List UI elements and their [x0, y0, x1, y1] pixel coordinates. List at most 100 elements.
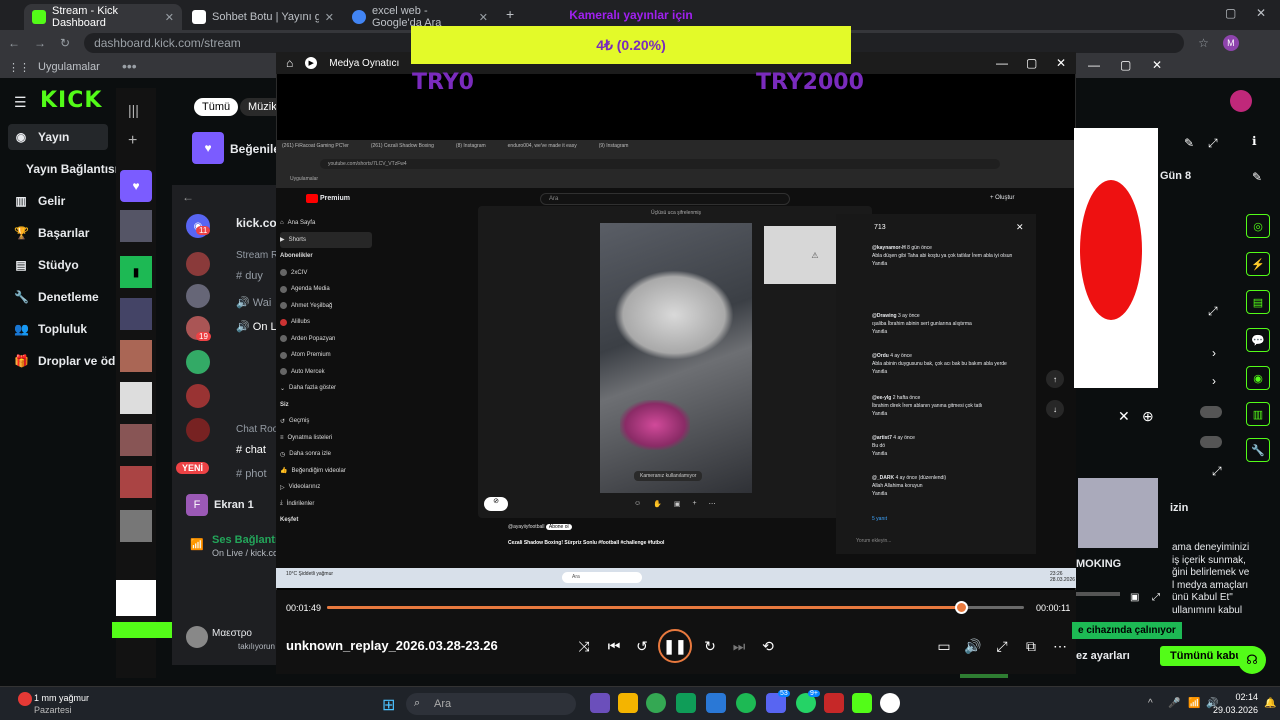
comment-user[interactable]: @Drawing	[872, 313, 897, 319]
spotify-icon[interactable]	[736, 693, 756, 713]
chrome-icon[interactable]	[646, 693, 666, 713]
pencil-icon[interactable]: ✎	[1252, 170, 1262, 184]
browser-tab-sohbet[interactable]: Sohbet Botu | Yayını güçlendi ✕	[184, 4, 342, 30]
replies-toggle[interactable]: 5 yanıt	[872, 516, 887, 522]
close-comments-icon[interactable]: ✕	[1016, 222, 1024, 233]
repeat-icon[interactable]: ⟲	[756, 636, 780, 656]
home-icon[interactable]: ⌂	[286, 56, 293, 70]
app-icon[interactable]	[676, 693, 696, 713]
fullscreen-icon[interactable]: ⤢	[990, 636, 1014, 656]
yt-you-item[interactable]: ◷ Daha sonra izle	[280, 446, 372, 463]
server-icon[interactable]	[186, 418, 210, 442]
yt-sub-item[interactable]: 2xCIV	[280, 265, 372, 282]
kick-minimize-icon[interactable]: —	[1088, 58, 1100, 72]
short-channel[interactable]: @ayayiiyfootball Abone ol	[508, 524, 572, 530]
volume-icon[interactable]: 🔊	[961, 636, 985, 656]
previous-icon[interactable]: ⏮	[602, 636, 626, 656]
kick-logo[interactable]: KICK	[40, 88, 102, 113]
library-icon[interactable]: |||	[128, 102, 139, 118]
kick-user-avatar[interactable]	[1230, 90, 1252, 112]
forward-30-icon[interactable]: ↻	[698, 636, 722, 656]
mic-icon[interactable]: 🎤	[1168, 698, 1180, 709]
user-name[interactable]: Μαεστρο	[212, 628, 252, 639]
yt-explore-heading[interactable]: Keşfet	[280, 512, 372, 529]
kick-close-icon[interactable]: ✕	[1152, 58, 1162, 72]
device-playing-banner[interactable]: e cihazında çalınıyor	[1072, 622, 1182, 639]
more-options-icon[interactable]: •••	[122, 58, 137, 74]
apps-grid-icon[interactable]: ⋮⋮	[8, 61, 30, 74]
comment-input[interactable]: Yorum ekleyin...	[856, 538, 891, 544]
comment-user[interactable]: @_DARK	[872, 475, 894, 481]
yt-you-item[interactable]: ↺ Geçmiş	[280, 413, 372, 430]
comment-user[interactable]: @kaynamor-H	[872, 245, 906, 251]
reply-button[interactable]: Yanıtla	[872, 491, 887, 497]
edit-icon[interactable]: ✎	[1184, 136, 1194, 150]
nav-yayin-baglantisi[interactable]: Yayın Bağlantısı	[26, 156, 118, 182]
prev-short-button[interactable]: ↑	[1046, 370, 1064, 388]
back-icon[interactable]: ←	[8, 36, 20, 50]
reply-button[interactable]: Yanıtla	[872, 369, 887, 375]
menu-icon[interactable]: ☰	[14, 94, 27, 111]
playlist-cover[interactable]	[120, 340, 152, 372]
windows-start-icon[interactable]: ⊞	[382, 695, 395, 715]
outlook-icon[interactable]	[706, 693, 726, 713]
nav-basarilar[interactable]: 🏆 Başarılar	[14, 220, 89, 246]
yt-sub-item[interactable]: Arden Popazyan	[280, 331, 372, 348]
clipboard-icon[interactable]: ▤	[1246, 290, 1270, 314]
nav-studyo[interactable]: ▤ Stüdyo	[14, 252, 78, 278]
subscribe-button[interactable]: Abone ol	[545, 524, 572, 530]
reply-button[interactable]: Yanıtla	[872, 329, 887, 335]
reply-button[interactable]: Yanıtla	[872, 261, 887, 267]
category-chat-room[interactable]: Chat Roo	[236, 424, 278, 435]
bookmark-star-icon[interactable]: ☆	[1198, 36, 1209, 50]
subtitles-icon[interactable]: ▭	[932, 636, 956, 656]
comment-user[interactable]: @artist7	[872, 435, 892, 441]
yt-sub-item[interactable]: Auto Mercek	[280, 364, 372, 381]
yt-sub-item[interactable]: Alillubs	[280, 314, 372, 331]
cookie-settings-button[interactable]: ez ayarları	[1076, 650, 1130, 662]
kick-app-icon[interactable]	[852, 693, 872, 713]
nav-topluluk[interactable]: 👥 Topluluk	[14, 316, 87, 342]
next-icon[interactable]: ⏭	[727, 636, 751, 656]
comment-user[interactable]: @Ordu	[872, 353, 889, 359]
forward-icon[interactable]: →	[34, 36, 46, 50]
yt-you-item[interactable]: ≡ Oynatma listeleri	[280, 430, 372, 447]
playlist-cover[interactable]	[120, 466, 152, 498]
toggle-switch[interactable]	[1200, 436, 1222, 448]
close-icon[interactable]: ✕	[1056, 56, 1066, 70]
nav-yayin[interactable]: ◉ Yayın	[14, 124, 70, 150]
tray-chevron-icon[interactable]: ^	[1148, 698, 1153, 709]
filter-all-chip[interactable]: Tümü	[194, 98, 239, 116]
channel-item[interactable]: # phot	[236, 468, 267, 480]
notification-bell-icon[interactable]: 🔔	[1264, 698, 1276, 709]
pip-icon[interactable]: ▣	[1130, 592, 1139, 603]
media-player-app-icon[interactable]	[880, 693, 900, 713]
yt-you-item[interactable]: 👍 Beğendiğim videolar	[280, 463, 372, 480]
browser-tab-kick[interactable]: Stream - Kick Dashboard ✕	[24, 4, 182, 30]
yt-you-heading[interactable]: Siz	[280, 397, 372, 414]
nav-droplar[interactable]: 🎁 Droplar ve öd	[14, 348, 115, 374]
close-icon[interactable]: ✕	[1118, 408, 1130, 425]
more-icon[interactable]: ⋯	[709, 500, 716, 508]
screen-share-icon[interactable]: F	[186, 494, 208, 516]
maximize-window-icon[interactable]: ▢	[1225, 6, 1236, 20]
green-button[interactable]	[112, 622, 172, 638]
support-icon[interactable]: ☊	[1238, 646, 1266, 674]
liked-songs-icon[interactable]: ♥	[120, 170, 152, 202]
playlist-cover[interactable]	[120, 298, 152, 330]
category-stream-room[interactable]: Stream R	[236, 250, 278, 261]
app-icon[interactable]	[824, 693, 844, 713]
camera-toggle-button[interactable]: ⊘	[484, 497, 508, 511]
fullscreen-icon[interactable]: ⤢	[1152, 592, 1160, 603]
channel-item[interactable]: # chat	[236, 444, 266, 456]
chevron-right-icon[interactable]: ›	[1212, 346, 1216, 360]
channel-item-live[interactable]: 🔊 On L	[236, 320, 277, 333]
bookmark-playlist-icon[interactable]: ▮	[120, 256, 152, 288]
profile-avatar[interactable]: M	[1222, 35, 1239, 51]
server-icon[interactable]	[186, 384, 210, 408]
yt-nav-shorts[interactable]: ▶ Shorts	[280, 231, 372, 248]
playlist-cover[interactable]	[120, 424, 152, 456]
target-icon[interactable]: ◎	[1246, 214, 1270, 238]
server-icon[interactable]	[186, 284, 210, 308]
expand-icon[interactable]: ⤢	[1208, 136, 1218, 151]
